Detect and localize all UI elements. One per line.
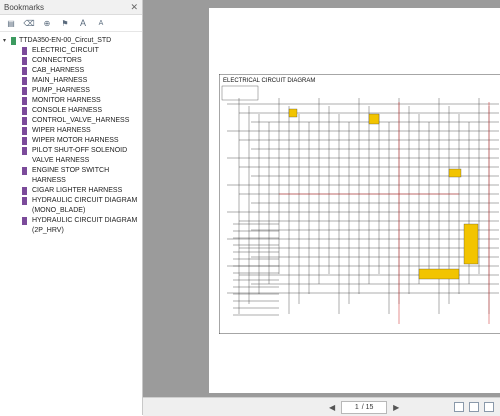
bookmark-item[interactable]: CIGAR LIGHTER HARNESS [0,186,142,196]
bookmark-label: CONNECTORS [32,57,82,64]
bookmark-label: CONTROL_VALVE_HARNESS [32,117,130,124]
bookmark-item[interactable]: HYDRAULIC CIRCUIT DIAGRAM (MONO_BLADE) [0,196,142,216]
bookmark-icon [22,47,27,55]
bookmark-item[interactable]: PUMP_HARNESS [0,86,142,96]
bookmark-root[interactable]: ▾ TTDA350-EN-00_Circut_STD [0,35,142,46]
bookmark-icon [22,67,27,75]
diagram-title: ELECTRICAL CIRCUIT DIAGRAM [223,78,315,84]
bookmark-label: CAB_HARNESS [32,67,85,74]
options-menu-icon[interactable]: ▤ [6,18,16,28]
bookmark-label: PUMP_HARNESS [32,87,90,94]
bookmark-item[interactable]: ELECTRIC_CIRCUIT [0,46,142,56]
bookmark-item[interactable]: CONNECTORS [0,56,142,66]
two-page-icon[interactable] [469,402,479,412]
bookmark-label: HYDRAULIC CIRCUIT DIAGRAM (2P_HRV) [32,217,138,234]
bookmark-label: ENGINE STOP SWITCH HARNESS [32,167,110,184]
bookmark-icon [22,87,27,95]
bookmark-icon [22,77,27,85]
status-bar: ◀ 1 / 15 ▶ [143,397,500,416]
bookmark-icon [22,107,27,115]
close-icon[interactable]: ✕ [130,2,138,12]
bookmark-label: ELECTRIC_CIRCUIT [32,47,99,54]
electrical-circuit-diagram: ELECTRICAL CIRCUIT DIAGRAM [219,74,500,334]
bookmark-item[interactable]: WIPER HARNESS [0,126,142,136]
bookmarks-header: Bookmarks ✕ [0,0,142,15]
bookmark-item[interactable]: CONTROL_VALVE_HARNESS [0,116,142,126]
bookmarks-title: Bookmarks [4,2,45,12]
bookmark-tree: ▾ TTDA350-EN-00_Circut_STD ELECTRIC_CIRC… [0,32,142,236]
bookmark-item[interactable]: CONSOLE HARNESS [0,106,142,116]
font-larger-icon[interactable]: A [78,18,88,28]
fit-page-icon[interactable] [454,402,464,412]
bookmark-label: CONSOLE HARNESS [32,107,103,114]
bookmark-label: MONITOR HARNESS [32,97,101,104]
document-viewer[interactable]: ELECTRICAL CIRCUIT DIAGRAM [143,0,500,397]
add-bookmark-icon[interactable]: ⊕ [42,18,52,28]
bookmark-root-label: TTDA350-EN-00_Circut_STD [19,37,112,44]
bookmark-item[interactable]: PILOT SHUT-OFF SOLENOID VALVE HARNESS [0,146,142,166]
collapse-icon[interactable]: ▾ [3,37,9,44]
bookmark-icon [22,187,27,195]
bookmark-label: WIPER HARNESS [32,127,91,134]
bookmark-item[interactable]: MONITOR HARNESS [0,96,142,106]
bookmark-icon [22,167,27,175]
bookmark-label: CIGAR LIGHTER HARNESS [32,187,123,194]
page-navigation: ◀ 1 / 15 ▶ [329,400,399,414]
bookmark-label: HYDRAULIC CIRCUIT DIAGRAM (MONO_BLADE) [32,197,138,214]
continuous-page-icon[interactable] [484,402,494,412]
total-pages: / 15 [361,403,374,411]
bookmark-item[interactable]: CAB_HARNESS [0,66,142,76]
document-bookmark-icon [11,36,16,45]
view-tools [454,402,494,412]
page-number-field[interactable]: 1 / 15 [341,400,388,414]
bookmark-icon [22,197,27,205]
bookmark-tag-icon[interactable]: ⚑ [60,18,70,28]
bookmark-item[interactable]: MAIN_HARNESS [0,76,142,86]
font-smaller-icon[interactable]: A [96,18,106,28]
bookmark-item[interactable]: HYDRAULIC CIRCUIT DIAGRAM (2P_HRV) [0,216,142,236]
bookmark-icon [22,217,27,225]
delete-bookmark-icon[interactable]: ⌫ [23,18,34,28]
current-page: 1 [354,403,359,411]
bookmarks-panel: Bookmarks ✕ ▤ ⌫ ⊕ ⚑ A A ▾ TTDA350-EN-00_Circu… [0,0,143,415]
bookmark-icon [22,127,27,135]
bookmarks-toolbar: ▤ ⌫ ⊕ ⚑ A A [0,15,142,32]
bookmark-item[interactable]: ENGINE STOP SWITCH HARNESS [0,166,142,186]
previous-page-icon[interactable]: ◀ [329,403,335,412]
pdf-page: ELECTRICAL CIRCUIT DIAGRAM [209,8,500,393]
bookmark-icon [22,97,27,105]
bookmark-icon [22,137,27,145]
bookmark-icon [22,117,27,125]
next-page-icon[interactable]: ▶ [393,403,399,412]
bookmark-icon [22,57,27,65]
bookmark-item[interactable]: WIPER MOTOR HARNESS [0,136,142,146]
bookmark-label: PILOT SHUT-OFF SOLENOID VALVE HARNESS [32,147,128,164]
bookmark-label: WIPER MOTOR HARNESS [32,137,119,144]
bookmark-label: MAIN_HARNESS [32,77,88,84]
bookmark-icon [22,147,27,155]
